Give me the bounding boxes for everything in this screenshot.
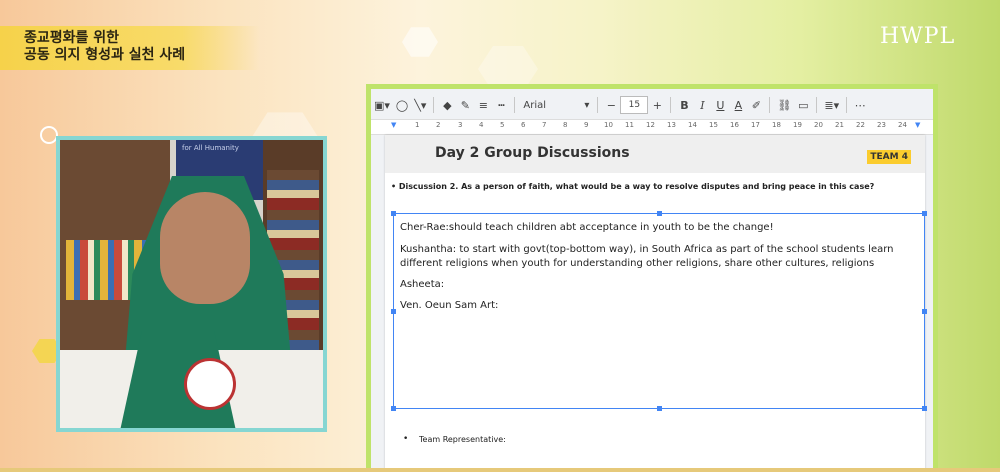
caption-line-2: 공동 의지 형성과 실천 사례 xyxy=(24,47,186,63)
underline-button[interactable]: U xyxy=(711,95,729,115)
discussion-line[interactable]: Cher-Rae:should teach children abt accep… xyxy=(400,222,774,233)
resize-handle[interactable] xyxy=(657,211,662,216)
ruler-tick: 14 xyxy=(688,121,697,129)
line-tool-icon[interactable]: ╲▾ xyxy=(411,95,429,115)
ruler-tick: 15 xyxy=(709,121,718,129)
ruler-tick: 6 xyxy=(521,121,526,129)
discussion-line[interactable]: Asheeta: xyxy=(400,279,444,290)
font-size-input[interactable]: 15 xyxy=(620,96,649,114)
font-family-select[interactable]: Arial ▾ xyxy=(519,96,593,114)
insert-link-icon[interactable]: ⛓ xyxy=(774,95,794,115)
fill-color-icon[interactable]: ◆ xyxy=(438,95,456,115)
ruler-tick: 5 xyxy=(500,121,505,129)
toolbar-divider xyxy=(846,97,848,113)
speaker-video: for All Humanity xyxy=(56,136,327,432)
ruler-tick: 21 xyxy=(835,121,844,129)
ruler-tick: 8 xyxy=(563,121,568,129)
page-title: Day 2 Group Discussions xyxy=(435,145,630,161)
toolbar-divider xyxy=(433,97,435,113)
toolbar-divider xyxy=(597,97,599,113)
ruler-tick: 13 xyxy=(667,121,676,129)
indent-marker-icon[interactable]: ▼ xyxy=(915,121,920,129)
ruler-tick: 23 xyxy=(877,121,886,129)
ruler-tick: 17 xyxy=(751,121,760,129)
ruler-tick: 9 xyxy=(584,121,589,129)
caption-line-1: 종교평화를 위한 xyxy=(24,30,120,46)
resize-handle[interactable] xyxy=(391,309,396,314)
docs-toolbar: ▣▾ ◯ ╲▾ ◆ ✎ ≡ ┅ Arial ▾ − 15 + B I U A ✐ … xyxy=(371,91,933,119)
border-weight-icon[interactable]: ≡ xyxy=(474,95,492,115)
bold-button[interactable]: B xyxy=(675,95,693,115)
toolbar-divider xyxy=(670,97,672,113)
ruler-tick: 22 xyxy=(856,121,865,129)
resize-handle[interactable] xyxy=(922,406,927,411)
discussion-line[interactable]: Ven. Oeun Sam Art: xyxy=(400,300,498,311)
text-color-button[interactable]: A xyxy=(729,95,747,115)
hexagon-decoration xyxy=(402,27,438,57)
resize-handle[interactable] xyxy=(657,406,662,411)
resize-handle[interactable] xyxy=(391,211,396,216)
shape-icon[interactable]: ◯ xyxy=(393,95,411,115)
emblem-badge xyxy=(184,358,236,410)
chevron-down-icon: ▾ xyxy=(584,99,590,111)
italic-button[interactable]: I xyxy=(693,95,711,115)
ruler-tick: 18 xyxy=(772,121,781,129)
ruler-tick: 20 xyxy=(814,121,823,129)
decrease-font-size-button[interactable]: − xyxy=(602,95,620,115)
ruler-tick: 19 xyxy=(793,121,802,129)
align-icon[interactable]: ≣▾ xyxy=(821,95,842,115)
docs-editor: ▣▾ ◯ ╲▾ ◆ ✎ ≡ ┅ Arial ▾ − 15 + B I U A ✐ … xyxy=(371,89,933,472)
select-mode-icon[interactable]: ▣▾ xyxy=(371,95,393,115)
ruler-tick: 1 xyxy=(415,121,420,129)
font-name: Arial xyxy=(523,99,547,111)
poster-text: for All Humanity xyxy=(182,144,239,152)
indent-marker-icon[interactable]: ▼ xyxy=(391,121,396,129)
discussion-question: • Discussion 2. As a person of faith, wh… xyxy=(391,182,875,191)
bottom-strip xyxy=(0,468,1000,472)
discussion-line[interactable]: different religions when youth for under… xyxy=(400,258,874,269)
toolbar-divider xyxy=(769,97,771,113)
discussion-line[interactable]: Kushantha: to start with govt(top-bottom… xyxy=(400,244,894,255)
ruler-tick: 16 xyxy=(730,121,739,129)
caption-band: 종교평화를 위한 공동 의지 형성과 실천 사례 xyxy=(0,26,260,70)
ruler-tick: 4 xyxy=(479,121,484,129)
ruler-tick: 2 xyxy=(436,121,441,129)
toolbar-divider xyxy=(514,97,516,113)
ruler-tick: 10 xyxy=(604,121,613,129)
ruler-tick: 24 xyxy=(898,121,907,129)
resize-handle[interactable] xyxy=(391,406,396,411)
speaker-face xyxy=(160,192,250,304)
brand-logo: HWPL xyxy=(880,24,956,49)
team-badge: TEAM 4 xyxy=(867,150,911,164)
ruler-tick: 7 xyxy=(542,121,547,129)
toolbar-divider xyxy=(816,97,818,113)
more-options-icon[interactable]: ⋯ xyxy=(851,95,869,115)
ruler-tick: 3 xyxy=(458,121,463,129)
resize-handle[interactable] xyxy=(922,211,927,216)
add-comment-icon[interactable]: ▭ xyxy=(794,95,812,115)
increase-font-size-button[interactable]: + xyxy=(648,95,666,115)
highlight-color-icon[interactable]: ✐ xyxy=(747,95,765,115)
resize-handle[interactable] xyxy=(922,309,927,314)
ruler-tick: 12 xyxy=(646,121,655,129)
border-dash-icon[interactable]: ┅ xyxy=(492,95,510,115)
team-representative[interactable]: Team Representative: xyxy=(403,434,506,444)
ruler: ▼ 1 2 3 4 5 6 7 8 9 10 11 12 13 14 15 16… xyxy=(371,119,933,135)
screen-share-frame: ▣▾ ◯ ╲▾ ◆ ✎ ≡ ┅ Arial ▾ − 15 + B I U A ✐ … xyxy=(366,84,938,472)
selected-text-box[interactable]: Cher-Rae:should teach children abt accep… xyxy=(391,211,927,411)
border-color-icon[interactable]: ✎ xyxy=(456,95,474,115)
ruler-tick: 11 xyxy=(625,121,634,129)
slide-page[interactable]: Day 2 Group Discussions TEAM 4 • Discuss… xyxy=(385,135,927,472)
